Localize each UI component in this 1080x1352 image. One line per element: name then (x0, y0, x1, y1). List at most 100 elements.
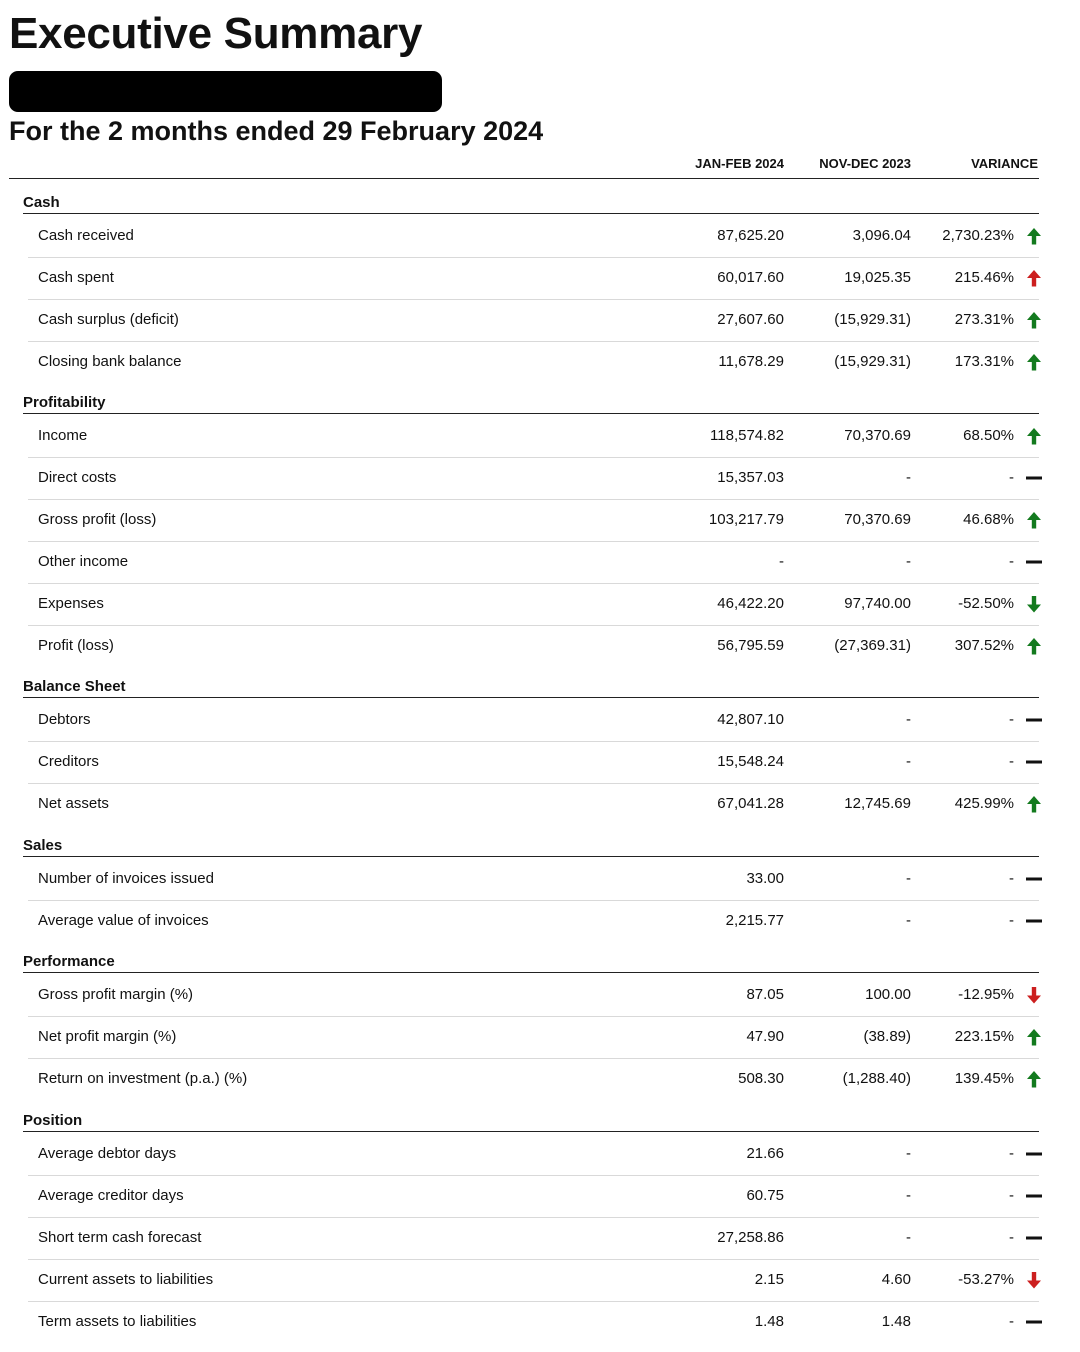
current-period-value: 33.00 (746, 870, 784, 887)
current-period-value: 27,607.60 (717, 311, 784, 328)
variance-value: 2,730.23% (942, 227, 1014, 244)
previous-period-value: - (906, 753, 911, 770)
section-divider (23, 213, 1039, 214)
row-label: Profit (loss) (38, 637, 114, 654)
section-divider (23, 972, 1039, 973)
variance-value: 139.45% (954, 1070, 1014, 1087)
column-header-variance: VARIANCE (971, 156, 1038, 171)
table-row: Expenses 46,422.20 97,740.00 -52.50% (28, 584, 1041, 626)
table-row: Term assets to liabilities 1.48 1.48 - (28, 1302, 1042, 1344)
arrow-up-icon (1025, 426, 1043, 446)
table-row: Net profit margin (%) 47.90 (38.89) 223.15% (28, 1017, 1041, 1059)
variance-value: - (1009, 1313, 1014, 1330)
arrow-up-icon (1025, 352, 1043, 372)
row-label: Debtors (38, 711, 91, 728)
table-row: Cash received 87,625.20 3,096.04 2,730.23% (28, 216, 1041, 258)
row-label: Other income (38, 553, 129, 570)
previous-period-value: - (906, 711, 911, 728)
table-row: Other income - - - (28, 542, 1042, 584)
previous-period-value: 97,740.00 (844, 595, 911, 612)
previous-period-value: (27,369.31) (834, 637, 911, 654)
current-period-value: 1.48 (754, 1313, 784, 1330)
arrow-up-icon (1025, 1069, 1043, 1089)
row-label: Creditors (38, 753, 99, 770)
current-period-value: 508.30 (738, 1070, 784, 1087)
current-period-value: 2,215.77 (725, 912, 784, 929)
dash-icon (1025, 1228, 1043, 1248)
variance-value: -12.95% (958, 986, 1014, 1003)
column-header-previous: NOV-DEC 2023 (819, 156, 911, 171)
dash-icon (1025, 710, 1043, 730)
arrow-up-icon (1025, 794, 1043, 814)
previous-period-value: 19,025.35 (844, 269, 911, 286)
row-label: Gross profit margin (%) (38, 986, 194, 1003)
previous-period-value: 12,745.69 (844, 795, 911, 812)
dash-icon (1025, 1312, 1043, 1332)
arrow-up-icon (1025, 1027, 1043, 1047)
current-period-value: 56,795.59 (717, 637, 784, 654)
table-row: Short term cash forecast 27,258.86 - - (28, 1218, 1042, 1260)
table-row: Profit (loss) 56,795.59 (27,369.31) 307.52% (28, 626, 1041, 668)
variance-value: -53.27% (958, 1271, 1014, 1288)
header-divider (9, 178, 1039, 179)
row-label: Return on investment (p.a.) (%) (38, 1070, 248, 1087)
variance-value: - (1009, 1229, 1014, 1246)
current-period-value: 21.66 (746, 1145, 784, 1162)
current-period-value: 118,574.82 (710, 427, 784, 444)
row-label: Number of invoices issued (38, 870, 214, 887)
section-title: Profitability (23, 394, 106, 411)
current-period-value: 27,258.86 (717, 1229, 784, 1246)
current-period-value: 11,678.29 (718, 353, 784, 370)
row-label: Expenses (38, 595, 104, 612)
row-label: Term assets to liabilities (38, 1313, 197, 1330)
current-period-value: 60,017.60 (717, 269, 784, 286)
row-label: Direct costs (38, 469, 117, 486)
previous-period-value: (15,929.31) (834, 311, 911, 328)
section-title: Balance Sheet (23, 678, 126, 695)
previous-period-value: (38.89) (863, 1028, 911, 1045)
current-period-value: 47.90 (746, 1028, 784, 1045)
arrow-up-icon (1025, 636, 1043, 656)
previous-period-value: 1.48 (881, 1313, 911, 1330)
current-period-value: 87,625.20 (717, 227, 784, 244)
current-period-value: 15,548.24 (717, 753, 784, 770)
previous-period-value: - (906, 1145, 911, 1162)
table-row: Number of invoices issued 33.00 - - (28, 859, 1042, 901)
previous-period-value: 4.60 (881, 1271, 911, 1288)
arrow-down-icon (1025, 594, 1043, 614)
current-period-value: 87.05 (746, 986, 784, 1003)
previous-period-value: (1,288.40) (842, 1070, 911, 1087)
dash-icon (1025, 911, 1043, 931)
column-header-current: JAN-FEB 2024 (695, 156, 784, 171)
table-row: Cash spent 60,017.60 19,025.35 215.46% (28, 258, 1041, 300)
section-title: Cash (23, 194, 60, 211)
arrow-up-icon (1025, 268, 1043, 288)
redacted-company-name (9, 71, 442, 112)
dash-icon (1025, 1186, 1043, 1206)
variance-value: - (1009, 1187, 1014, 1204)
arrow-down-icon (1025, 985, 1043, 1005)
arrow-up-icon (1025, 510, 1043, 530)
variance-value: - (1009, 870, 1014, 887)
section-divider (23, 413, 1039, 414)
row-label: Average creditor days (38, 1187, 184, 1204)
previous-period-value: - (906, 870, 911, 887)
row-label: Average debtor days (38, 1145, 177, 1162)
table-row: Current assets to liabilities 2.15 4.60 -53… (28, 1260, 1041, 1302)
table-row: Gross profit (loss) 103,217.79 70,370.69 46… (28, 500, 1041, 542)
row-label: Short term cash forecast (38, 1229, 202, 1246)
dash-icon (1025, 552, 1043, 572)
arrow-up-icon (1025, 226, 1043, 246)
table-row: Average value of invoices 2,215.77 - - (28, 901, 1042, 943)
arrow-down-icon (1025, 1270, 1043, 1290)
variance-value: 215.46% (954, 269, 1014, 286)
row-label: Income (38, 427, 88, 444)
previous-period-value: 100.00 (865, 986, 911, 1003)
current-period-value: 67,041.28 (717, 795, 784, 812)
variance-value: - (1009, 912, 1014, 929)
table-row: Closing bank balance 11,678.29 (15,929.31)… (28, 342, 1041, 384)
table-row: Debtors 42,807.10 - - (28, 700, 1042, 742)
current-period-value: 15,357.03 (717, 469, 784, 486)
table-row: Cash surplus (deficit) 27,607.60 (15,929.3… (28, 300, 1041, 342)
section-divider (23, 856, 1039, 857)
